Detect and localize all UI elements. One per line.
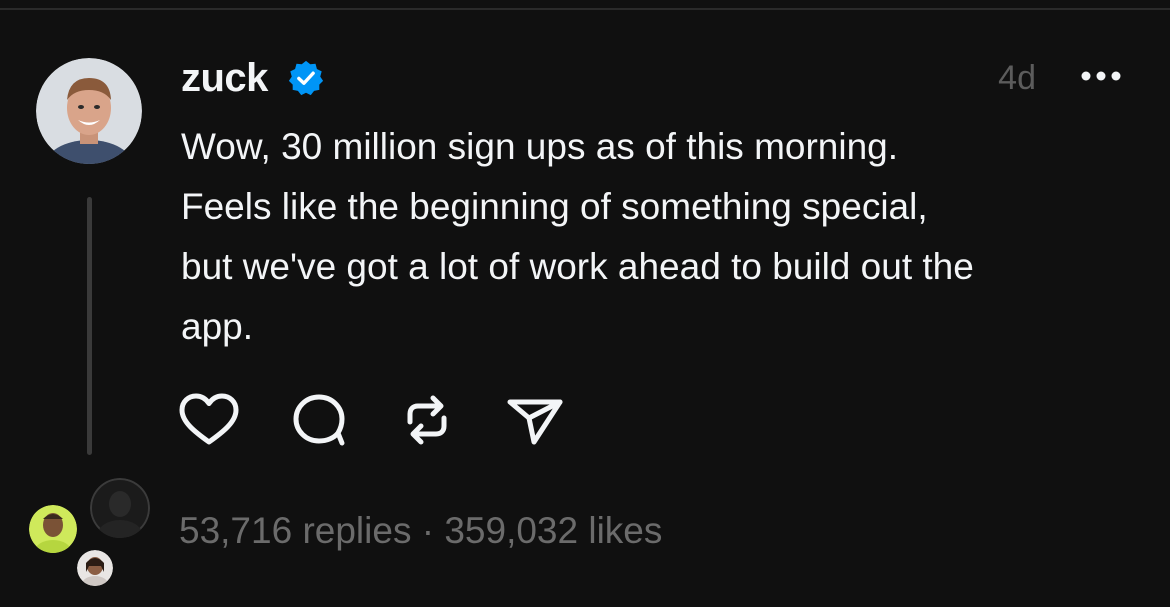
post-text: Wow, 30 million sign ups as of this morn…	[181, 126, 974, 347]
replies-count-link[interactable]: 53,716 replies	[179, 510, 411, 551]
comment-bubble-icon	[293, 394, 345, 446]
author-username[interactable]: zuck	[181, 55, 268, 101]
top-divider	[0, 8, 1170, 10]
replier-avatar-2	[29, 505, 77, 553]
reply-button[interactable]	[288, 390, 350, 450]
post-stats: 53,716 replies · 359,032 likes	[179, 508, 662, 554]
send-icon	[507, 399, 563, 445]
replier-avatar-1	[90, 478, 150, 538]
share-button[interactable]	[504, 390, 566, 450]
like-button[interactable]	[178, 390, 240, 450]
thread-line	[87, 197, 92, 455]
more-horizontal-icon[interactable]	[1078, 64, 1124, 88]
likes-count-link[interactable]: 359,032 likes	[444, 510, 662, 551]
replier-avatar-3	[77, 550, 113, 586]
repost-button[interactable]	[396, 390, 458, 450]
repost-icon	[407, 395, 447, 445]
post-timestamp: 4d	[998, 59, 1036, 97]
heart-icon	[179, 393, 239, 445]
stats-separator: ·	[411, 510, 445, 551]
author-avatar-image	[36, 58, 142, 164]
author-avatar[interactable]	[36, 58, 142, 164]
verified-badge-icon	[287, 59, 325, 97]
